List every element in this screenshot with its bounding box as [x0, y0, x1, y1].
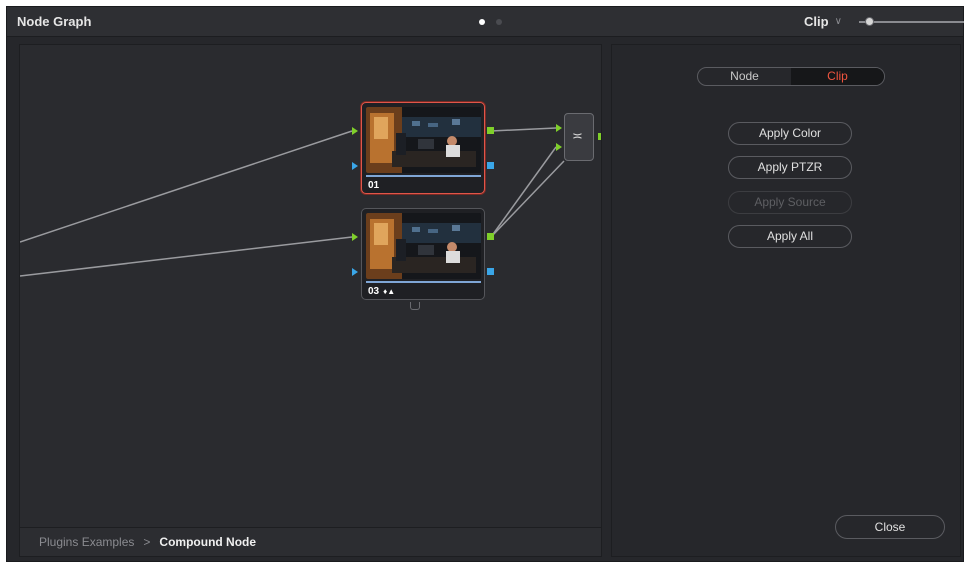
node-01-rgb-input[interactable]: [352, 127, 358, 135]
node-03-key-output[interactable]: [410, 302, 420, 310]
node-03-alpha-output[interactable]: [487, 268, 494, 275]
node-clip-toggle: Node Clip: [697, 67, 885, 86]
layer-mixer-icon: ≍: [572, 128, 583, 143]
clip-mode-label: Clip: [804, 14, 829, 29]
close-button[interactable]: Close: [835, 515, 945, 539]
mixer-input-2[interactable]: [556, 143, 562, 151]
breadcrumb: Plugins Examples > Compound Node: [20, 527, 601, 556]
page-indicator-active[interactable]: [479, 19, 485, 25]
apply-color-button[interactable]: Apply Color: [728, 122, 852, 145]
segment-clip[interactable]: Clip: [791, 68, 884, 85]
node-number-label: 03 ♦▲: [368, 286, 395, 297]
chevron-down-icon: ∨: [834, 16, 842, 27]
node-indicator-icons: ♦▲: [383, 287, 396, 296]
color-node-03[interactable]: 03 ♦▲: [361, 208, 485, 300]
color-node-01[interactable]: 01: [361, 102, 485, 194]
connection-03-to-mixer-b: [490, 160, 565, 238]
page-indicator-inactive[interactable]: [496, 19, 502, 25]
window-title: Node Graph: [17, 14, 92, 29]
node-01-alpha-input[interactable]: [352, 162, 358, 170]
node-01-rgb-output[interactable]: [487, 127, 494, 134]
layer-mixer-node[interactable]: ≍: [564, 113, 594, 161]
node-thumbnail: [366, 213, 481, 279]
node-graph-window: Node Graph Clip ∨ 01 03 ♦▲ ≍ Plugins Exa…: [6, 6, 964, 562]
node-03-rgb-output[interactable]: [487, 233, 494, 240]
node-03-rgb-input[interactable]: [352, 233, 358, 241]
node-progress-bar: [366, 281, 481, 283]
title-bar: Node Graph Clip ∨: [7, 7, 964, 37]
node-01-alpha-output[interactable]: [487, 162, 494, 169]
node-graph-canvas[interactable]: 01 03 ♦▲ ≍ Plugins Examples > Compound N…: [19, 44, 602, 557]
node-number: 03: [368, 286, 380, 297]
node-thumbnail: [366, 107, 481, 173]
zoom-slider[interactable]: [859, 21, 964, 23]
apply-source-button: Apply Source: [728, 191, 852, 214]
side-panel: Node Clip Apply Color Apply PTZR Apply S…: [611, 44, 961, 557]
connection-source-to-01: [20, 130, 353, 243]
mixer-output[interactable]: [598, 133, 601, 140]
node-03-alpha-input[interactable]: [352, 268, 358, 276]
apply-ptzr-button[interactable]: Apply PTZR: [728, 156, 852, 179]
clip-mode-dropdown[interactable]: Clip ∨: [804, 14, 842, 29]
breadcrumb-current: Compound Node: [159, 535, 257, 549]
clip-frame-image: [366, 107, 481, 173]
mixer-input-1[interactable]: [556, 124, 562, 132]
segment-node[interactable]: Node: [698, 68, 791, 85]
connection-source-to-03: [20, 236, 353, 277]
connection-03-to-mixer-a: [490, 146, 557, 238]
connection-01-to-mixer: [490, 127, 557, 132]
clip-frame-image: [366, 213, 481, 279]
node-progress-bar: [366, 175, 481, 177]
zoom-slider-thumb[interactable]: [865, 17, 874, 26]
apply-all-button[interactable]: Apply All: [728, 225, 852, 248]
breadcrumb-parent[interactable]: Plugins Examples: [39, 535, 134, 549]
node-number-label: 01: [368, 180, 380, 191]
connection-lines: [20, 127, 565, 277]
breadcrumb-separator: >: [143, 535, 151, 549]
